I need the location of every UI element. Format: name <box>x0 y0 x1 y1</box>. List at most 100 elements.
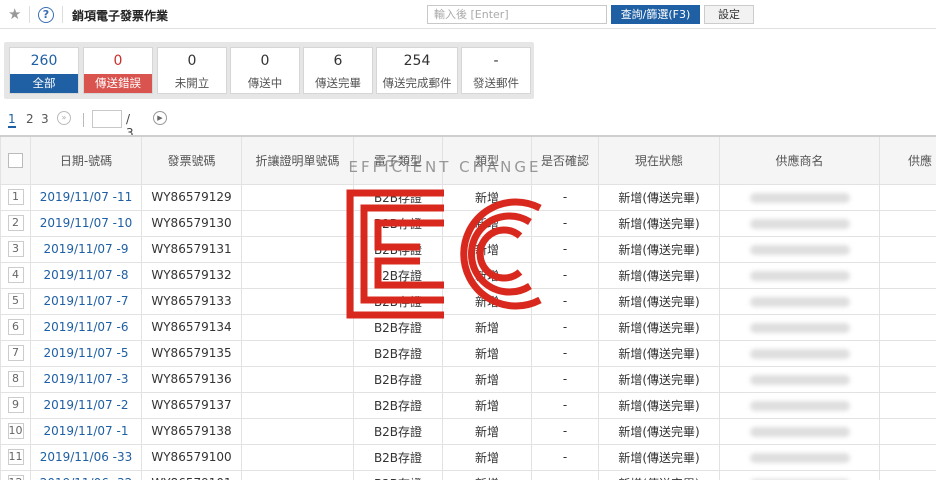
e-type-cell: B2B存證 <box>353 183 443 211</box>
divider <box>62 6 63 23</box>
status-cell: 新增(傳送完畢) <box>598 261 720 289</box>
column-header[interactable]: 發票號碼 <box>141 135 242 185</box>
supplier-extra-cell <box>879 287 936 315</box>
date-number-cell[interactable]: 2019/11/07 -5 <box>30 339 142 367</box>
row-number-box[interactable]: 6 <box>7 319 24 335</box>
table-row[interactable]: 12 2019/11/06 -32WY86579101 B2B存證新增-新增(傳送完… <box>0 469 936 480</box>
supplier-name-cell <box>719 417 880 445</box>
column-header[interactable]: 折讓證明單號碼 <box>241 135 354 185</box>
date-number-cell[interactable]: 2019/11/07 -6 <box>30 313 142 341</box>
date-number-cell[interactable]: 2019/11/06 -33 <box>30 443 142 471</box>
table-row[interactable]: 2 2019/11/07 -10 WY86579130 B2B存證 新增 - 新增(傳送完畢… <box>0 209 936 237</box>
date-number-cell[interactable]: 2019/11/06 -32 <box>30 469 142 480</box>
row-number-box[interactable]: 12 <box>7 475 24 480</box>
confirmed-cell: - <box>531 391 599 419</box>
select-all-header[interactable] <box>0 135 31 185</box>
status-label: 傳送完成郵件 <box>382 76 452 90</box>
redacted-text <box>749 218 850 229</box>
date-number-cell[interactable]: 2019/11/07 -10 <box>30 209 142 237</box>
supplier-name-cell <box>719 365 880 393</box>
confirmed-cell: - <box>531 183 599 211</box>
table-row[interactable]: 4 2019/11/07 -8 WY86579132 B2B存證 新增 - 新增(傳送完畢) <box>0 261 936 289</box>
page-link[interactable]: 3 <box>41 112 49 126</box>
status-label: 傳送完畢 <box>315 76 361 90</box>
date-number-cell[interactable]: 2019/11/07 -9 <box>30 235 142 263</box>
status-cell: 新增(傳送完畢) <box>598 183 720 211</box>
allowance-number-cell <box>241 365 354 393</box>
row-number-box[interactable]: 4 <box>7 267 24 283</box>
status-card-sending[interactable]: 0 傳送中 <box>230 47 300 94</box>
column-header[interactable]: 現在狀態 <box>598 135 720 185</box>
supplier-extra-cell <box>879 313 936 341</box>
confirmed-cell: - <box>531 365 599 393</box>
page-link[interactable]: 1 <box>8 112 16 128</box>
page-link[interactable]: 2 <box>26 112 34 126</box>
allowance-number-cell <box>241 235 354 263</box>
status-count: 254 <box>403 53 431 69</box>
column-header[interactable]: 類型 <box>442 135 532 185</box>
search-input[interactable] <box>427 5 607 24</box>
column-header[interactable]: 日期-號碼 <box>30 135 142 185</box>
row-number-box[interactable]: 11 <box>7 449 24 465</box>
status-cell: 新增(傳送完畢) <box>598 313 720 341</box>
page-number-input[interactable] <box>92 110 122 128</box>
row-number-box[interactable]: 8 <box>7 371 24 387</box>
confirmed-cell: - <box>531 287 599 315</box>
column-header[interactable]: 電子類型 <box>353 135 443 185</box>
column-header[interactable]: 供應商名 <box>719 135 880 185</box>
e-type-cell: B2B存證 <box>353 443 443 471</box>
table-row[interactable]: 1 2019/11/07 -11 WY86579129 B2B存證 新增 - 新增(傳送完畢… <box>0 183 936 211</box>
table-row[interactable]: 9 2019/11/07 -2 WY86579137 B2B存證 新增 - 新增(傳送完畢) <box>0 391 936 419</box>
table-row[interactable]: 11 2019/11/06 -33 WY86579100 B2B存證 新增 - 新增(傳送完… <box>0 443 936 471</box>
invoice-number-cell: WY86579134 <box>141 313 242 341</box>
date-number-cell[interactable]: 2019/11/07 -1 <box>30 417 142 445</box>
confirmed-cell: - <box>531 209 599 237</box>
date-number-cell[interactable]: 2019/11/07 -7 <box>30 287 142 315</box>
column-header[interactable]: 是否確認 <box>531 135 599 185</box>
invoice-number-cell: WY86579129 <box>141 183 242 211</box>
supplier-extra-cell <box>879 261 936 289</box>
status-count: - <box>493 53 499 69</box>
row-number-box[interactable]: 3 <box>7 241 24 257</box>
date-number-cell[interactable]: 2019/11/07 -11 <box>30 183 142 211</box>
status-card-send-error[interactable]: 0 傳送錯誤 <box>83 47 153 94</box>
table-row[interactable]: 3 2019/11/07 -9 WY86579131 B2B存證 新增 - 新增(傳送完畢) <box>0 235 936 263</box>
e-type-cell: B2B存證 <box>353 339 443 367</box>
row-number: 5 <box>0 287 31 315</box>
table-row[interactable]: 7 2019/11/07 -5 WY86579135 B2B存證 新增 - 新增(傳送完畢) <box>0 339 936 367</box>
date-number-cell[interactable]: 2019/11/07 -3 <box>30 365 142 393</box>
row-number-box[interactable]: 1 <box>7 189 24 205</box>
row-number-box[interactable]: 10 <box>7 423 24 439</box>
supplier-name-cell <box>719 339 880 367</box>
status-card-not-issued[interactable]: 0 未開立 <box>157 47 227 94</box>
status-count: 0 <box>260 53 270 69</box>
status-card-all[interactable]: 260 全部 <box>9 47 79 94</box>
status-card-send-mail[interactable]: - 發送郵件 <box>461 47 531 94</box>
status-count: 0 <box>187 53 197 69</box>
help-icon[interactable]: ? <box>38 7 54 23</box>
query-filter-button[interactable]: 查詢/篩選(F3) <box>611 5 700 24</box>
status-card-sent-mail[interactable]: 254 傳送完成郵件 <box>376 47 458 94</box>
e-type-cell: B2B存證 <box>353 391 443 419</box>
table-row[interactable]: 6 2019/11/07 -6 WY86579134 B2B存證 新增 - 新增(傳送完畢) <box>0 313 936 341</box>
date-number-cell[interactable]: 2019/11/07 -2 <box>30 391 142 419</box>
invoice-number-cell: WY86579137 <box>141 391 242 419</box>
select-all-checkbox[interactable] <box>8 152 23 168</box>
status-card-sent[interactable]: 6 傳送完畢 <box>303 47 373 94</box>
row-number-box[interactable]: 7 <box>7 345 24 361</box>
settings-button[interactable]: 設定 <box>704 5 754 24</box>
row-number: 1 <box>0 183 31 211</box>
date-number-cell[interactable]: 2019/11/07 -8 <box>30 261 142 289</box>
row-number-box[interactable]: 9 <box>7 397 24 413</box>
table-row[interactable]: 8 2019/11/07 -3 WY86579136 B2B存證 新增 - 新增(傳送完畢) <box>0 365 936 393</box>
row-number-box[interactable]: 2 <box>7 215 24 231</box>
table-row[interactable]: 5 2019/11/07 -7 WY86579133 B2B存證 新增 - 新增(傳送完畢) <box>0 287 936 315</box>
next-pages-icon[interactable]: » <box>57 111 71 125</box>
table-row[interactable]: 10 2019/11/07 -1 WY86579138 B2B存證 新增 - 新增(傳送完畢… <box>0 417 936 445</box>
row-number-box[interactable]: 5 <box>7 293 24 309</box>
row-number: 9 <box>0 391 31 419</box>
go-to-page-icon[interactable]: ▶ <box>153 111 167 125</box>
e-type-cell: B2B存證 <box>353 209 443 237</box>
column-header[interactable]: 供應 <box>879 135 936 185</box>
favorite-star-icon[interactable]: ★ <box>8 5 21 23</box>
